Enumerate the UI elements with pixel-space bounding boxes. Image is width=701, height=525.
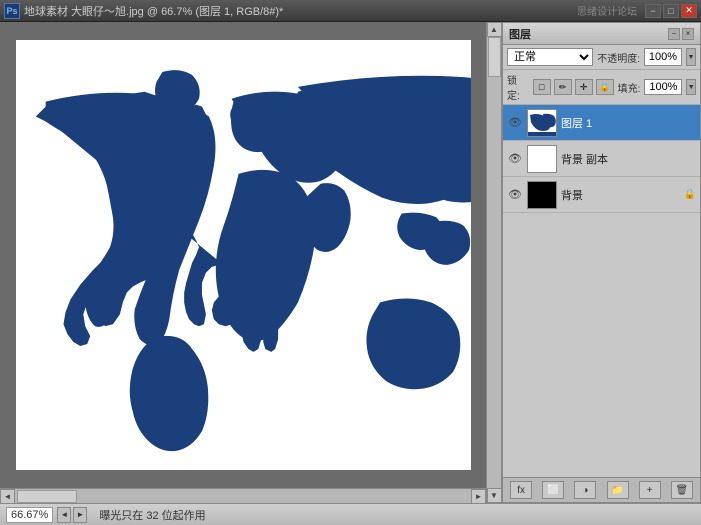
layer-eye-1[interactable]: 👁 bbox=[507, 115, 523, 131]
maximize-button[interactable]: □ bbox=[663, 4, 679, 18]
layer-lock-icon: 🔒 bbox=[684, 189, 696, 200]
zoom-level[interactable]: 66.67% bbox=[6, 507, 53, 523]
scroll-thumb-v[interactable] bbox=[488, 37, 501, 77]
layer-item-bg[interactable]: 👁 背景 🔒 bbox=[503, 177, 700, 213]
main-area: ▲ ▼ ◄ ► 图层 − × bbox=[0, 22, 701, 503]
lock-icons: □ ✏ ✛ 🔒 bbox=[533, 79, 614, 95]
layer-fx-button[interactable]: fx bbox=[510, 481, 532, 499]
fill-arrow[interactable]: ▼ bbox=[686, 79, 696, 95]
layer-bottom-bar: fx ⬜ ◑ 📁 + 🗑 bbox=[503, 477, 700, 502]
lock-position-btn[interactable]: ✛ bbox=[575, 79, 593, 95]
horizontal-scrollbar[interactable]: ◄ ► bbox=[0, 488, 486, 503]
scroll-down-arrow[interactable]: ▼ bbox=[487, 488, 502, 503]
status-next-button[interactable]: ► bbox=[73, 507, 87, 523]
image-canvas bbox=[16, 40, 471, 470]
status-nav-arrows: ◄ ► bbox=[57, 507, 87, 523]
layer-item-1[interactable]: 👁 图层 1 bbox=[503, 105, 700, 141]
scroll-left-arrow[interactable]: ◄ bbox=[0, 489, 15, 504]
layer-item-bg-copy[interactable]: 👁 背景 副本 bbox=[503, 141, 700, 177]
layer-eye-bg[interactable]: 👁 bbox=[507, 187, 523, 203]
layer-adjustment-button[interactable]: ◑ bbox=[574, 481, 596, 499]
lock-label: 锁定: bbox=[507, 72, 529, 102]
panel-controls: − × bbox=[668, 28, 694, 40]
minimize-button[interactable]: − bbox=[645, 4, 661, 18]
world-map-image bbox=[16, 40, 471, 470]
scroll-thumb-h[interactable] bbox=[17, 490, 77, 503]
scroll-track-h[interactable] bbox=[15, 489, 471, 504]
window-title: 地球素材 大眼仔～旭.jpg @ 66.7% (图层 1, RGB/8#)* bbox=[24, 3, 283, 19]
right-panel: 图层 − × 正常 不透明度: ▼ 锁定: □ ✏ bbox=[501, 22, 701, 503]
layer-delete-button[interactable]: 🗑 bbox=[671, 481, 693, 499]
blend-mode-select[interactable]: 正常 bbox=[507, 48, 593, 66]
layer-name-1: 图层 1 bbox=[561, 115, 696, 131]
layer-thumbnail-bg-copy bbox=[527, 145, 557, 173]
panel-header: 图层 − × bbox=[503, 23, 700, 45]
panel-title: 图层 bbox=[509, 26, 531, 42]
layers-list: 👁 图层 1 👁 bbox=[503, 105, 700, 477]
layer-thumbnail-bg bbox=[527, 181, 557, 209]
lock-paint-btn[interactable]: ✏ bbox=[554, 79, 572, 95]
opacity-label: 不透明度: bbox=[597, 50, 640, 65]
lock-all-btn[interactable]: 🔒 bbox=[596, 79, 614, 95]
vertical-scrollbar[interactable]: ▲ ▼ bbox=[486, 22, 501, 503]
panel-collapse-button[interactable]: − bbox=[668, 28, 680, 40]
layer-name-bg: 背景 bbox=[561, 187, 680, 203]
scroll-track-v[interactable] bbox=[487, 37, 502, 488]
panel-close-button[interactable]: × bbox=[682, 28, 694, 40]
canvas-area: ▲ ▼ ◄ ► bbox=[0, 22, 501, 503]
layer-thumb-black bbox=[528, 182, 556, 208]
status-text: 曝光只在 32 位起作用 bbox=[91, 507, 695, 523]
layer-thumb-white bbox=[528, 146, 556, 172]
lock-row: 锁定: □ ✏ ✛ 🔒 填充: ▼ bbox=[503, 70, 700, 105]
close-button[interactable]: ✕ bbox=[681, 4, 697, 18]
title-bar-right: 思绪设计论坛 − □ ✕ bbox=[577, 3, 697, 18]
scroll-up-arrow[interactable]: ▲ bbox=[487, 22, 502, 37]
lock-transparent-btn[interactable]: □ bbox=[533, 79, 551, 95]
layer-group-button[interactable]: 📁 bbox=[607, 481, 629, 499]
watermark-text: 思绪设计论坛 bbox=[577, 3, 637, 18]
title-bar-left: Ps 地球素材 大眼仔～旭.jpg @ 66.7% (图层 1, RGB/8#)… bbox=[4, 3, 283, 19]
opacity-arrow[interactable]: ▼ bbox=[686, 48, 696, 66]
layer-eye-bg-copy[interactable]: 👁 bbox=[507, 151, 523, 167]
fill-label: 填充: bbox=[618, 80, 641, 95]
ps-icon: Ps bbox=[4, 3, 20, 19]
layer-mask-button[interactable]: ⬜ bbox=[542, 481, 564, 499]
layer-name-bg-copy: 背景 副本 bbox=[561, 151, 696, 167]
opacity-input[interactable] bbox=[644, 48, 682, 66]
fill-input[interactable] bbox=[644, 79, 682, 95]
status-bar: 66.67% ◄ ► 曝光只在 32 位起作用 bbox=[0, 503, 701, 525]
layer-new-button[interactable]: + bbox=[639, 481, 661, 499]
layer-thumbnail-1 bbox=[527, 109, 557, 137]
layer-thumb-world bbox=[528, 110, 556, 136]
layers-panel: 图层 − × 正常 不透明度: ▼ 锁定: □ ✏ bbox=[502, 22, 701, 503]
blend-mode-row: 正常 不透明度: ▼ bbox=[503, 45, 700, 70]
scroll-right-arrow[interactable]: ► bbox=[471, 489, 486, 504]
title-bar: Ps 地球素材 大眼仔～旭.jpg @ 66.7% (图层 1, RGB/8#)… bbox=[0, 0, 701, 22]
status-prev-button[interactable]: ◄ bbox=[57, 507, 71, 523]
